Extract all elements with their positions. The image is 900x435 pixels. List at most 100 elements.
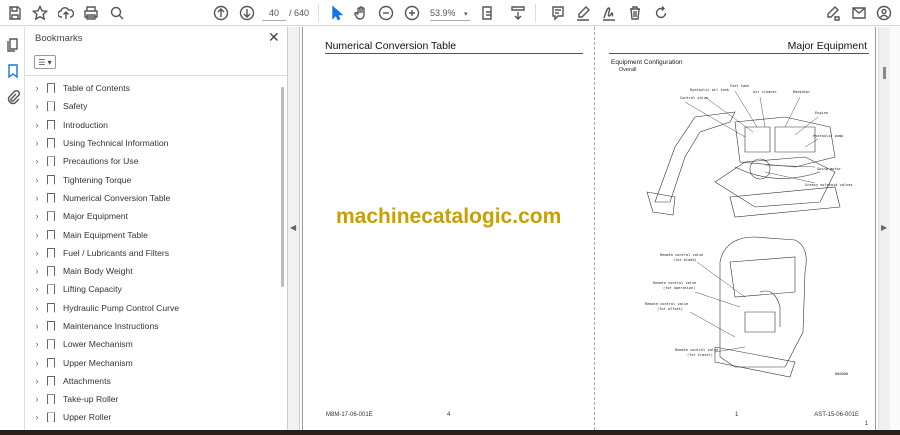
chevron-right-icon[interactable]: › [29, 266, 45, 276]
bookmark-item[interactable]: › Introduction [25, 116, 275, 134]
bookmark-item[interactable]: › Precautions for Use [25, 152, 275, 170]
zoom-in-icon[interactable] [402, 3, 422, 23]
bookmark-item[interactable]: › Safety [25, 97, 275, 115]
bookmark-options-button[interactable]: ☰ ▾ [34, 55, 56, 69]
bookmark-item[interactable]: › Lower Mechanism [25, 335, 275, 353]
account-icon[interactable] [874, 3, 894, 23]
bookmarks-icon[interactable] [3, 61, 23, 81]
bookmark-item[interactable]: › Fuel / Lubricants and Filters [25, 244, 275, 262]
zoom-select[interactable]: 53.9% ▾ [430, 5, 470, 21]
bookmark-item[interactable]: › Attachments [25, 372, 275, 390]
chevron-right-icon[interactable]: › [29, 175, 45, 185]
footer-code: AST-15-06-001E [814, 412, 859, 418]
rotate-icon[interactable] [651, 3, 671, 23]
highlight-icon[interactable] [573, 3, 593, 23]
sign-icon[interactable] [599, 3, 619, 23]
email-icon[interactable] [849, 3, 869, 23]
bookmark-label: Take-up Roller [63, 394, 119, 405]
footer-page: 1 [735, 412, 739, 418]
chevron-right-icon[interactable]: › [29, 230, 45, 240]
document-scrollbar[interactable]: ▶ [878, 27, 890, 430]
chevron-right-icon[interactable]: › [29, 211, 45, 221]
chevron-right-icon[interactable]: › [29, 321, 45, 331]
bookmark-item[interactable]: › Main Equipment Table [25, 225, 275, 243]
upload-icon[interactable] [56, 3, 76, 23]
bookmark-icon [47, 394, 55, 405]
bookmark-star-icon[interactable] [30, 3, 50, 23]
chevron-right-icon[interactable]: › [29, 120, 45, 130]
bookmark-item[interactable]: › Maintenance Instructions [25, 317, 275, 335]
bookmark-item[interactable]: › Numerical Conversion Table [25, 189, 275, 207]
chevron-right-icon[interactable]: › [29, 394, 45, 404]
bookmark-item[interactable]: › Hydraulic Pump Control Curve [25, 299, 275, 317]
panel-title: Bookmarks [35, 33, 83, 44]
taskbar [0, 430, 900, 435]
fit-page-icon[interactable] [478, 3, 498, 23]
collapse-arrow-icon[interactable]: ◀ [290, 223, 296, 232]
bookmark-item[interactable]: › Main Body Weight [25, 262, 275, 280]
bookmark-label: Maintenance Instructions [63, 321, 159, 331]
bookmark-item[interactable]: › Lifting Capacity [25, 280, 275, 298]
chevron-right-icon[interactable]: › [29, 284, 45, 294]
scroll-mode-icon[interactable] [508, 3, 528, 23]
bookmark-label: Lifting Capacity [63, 284, 122, 295]
bookmark-item[interactable]: › Take-up Roller [25, 390, 275, 408]
bookmark-icon [47, 156, 55, 167]
bookmark-label: Tightening Torque [63, 174, 132, 185]
right-edge [890, 27, 900, 430]
page-down-icon[interactable] [237, 3, 257, 23]
attachments-icon[interactable] [3, 87, 23, 107]
chevron-right-icon[interactable]: › [29, 412, 45, 422]
hand-icon[interactable] [351, 3, 371, 23]
fill-sign-icon[interactable] [823, 3, 843, 23]
bookmark-icon [47, 83, 55, 94]
bookmark-label: Upper Roller [63, 412, 112, 423]
label-air-cleaner: Air cleaner [753, 90, 778, 94]
close-icon[interactable]: ✕ [268, 29, 280, 46]
chevron-right-icon[interactable]: › [29, 101, 45, 111]
label-for-blade: (for blade) [673, 258, 697, 262]
chevron-right-icon[interactable]: › [29, 358, 45, 368]
scroll-thumb[interactable] [883, 67, 886, 79]
zoom-out-icon[interactable] [376, 3, 396, 23]
bookmark-label: Main Equipment Table [63, 229, 148, 240]
bookmark-item[interactable]: › Upper Mechanism [25, 353, 275, 371]
bookmark-item[interactable]: › Using Technical Information [25, 134, 275, 152]
chevron-right-icon[interactable]: › [29, 83, 45, 93]
expand-arrow-icon[interactable]: ▶ [881, 223, 887, 232]
bookmarks-scrollbar[interactable] [281, 87, 284, 287]
bookmark-item[interactable]: › Tightening Torque [25, 170, 275, 188]
chevron-right-icon[interactable]: › [29, 248, 45, 258]
panel-splitter[interactable]: ◀ [288, 27, 300, 430]
bookmark-label: Table of Contents [63, 83, 130, 94]
bookmark-list: › Table of Contents › Safety › Introduction › U… [25, 79, 275, 427]
bookmark-item[interactable]: › Major Equipment [25, 207, 275, 225]
find-icon[interactable] [107, 3, 127, 23]
chevron-right-icon[interactable]: › [29, 156, 45, 166]
page-number-input[interactable]: 40 [262, 5, 286, 21]
page-title: Numerical Conversion Table [325, 40, 457, 52]
chevron-right-icon[interactable]: › [29, 138, 45, 148]
chevron-down-icon: ▾ [464, 11, 468, 18]
excavator-diagram: Hydraulic oil tank Fuel tank Air cleaner… [646, 84, 853, 218]
chevron-right-icon[interactable]: › [29, 193, 45, 203]
bookmark-item[interactable]: › Upper Roller [25, 408, 275, 426]
delete-icon[interactable] [625, 3, 645, 23]
label-solenoid-valves: Greasy solenoid valves [805, 183, 853, 187]
bookmark-icon [47, 229, 55, 240]
comment-icon[interactable] [548, 3, 568, 23]
page-total: / 640 [289, 8, 310, 18]
bookmark-item[interactable]: › Table of Contents [25, 79, 275, 97]
page-up-icon[interactable] [211, 3, 231, 23]
select-cursor-icon[interactable] [326, 3, 346, 23]
divider [25, 75, 287, 76]
footer-code: M8M-17-06-001E [326, 412, 373, 418]
list-options-icon: ☰ ▾ [38, 57, 52, 67]
chevron-right-icon[interactable]: › [29, 303, 45, 313]
pages-icon[interactable] [3, 35, 23, 55]
chevron-right-icon[interactable]: › [29, 376, 45, 386]
print-icon[interactable] [81, 3, 101, 23]
save-icon[interactable] [5, 3, 25, 23]
label-remote-control-valve: Remote control valve [645, 302, 688, 306]
chevron-right-icon[interactable]: › [29, 339, 45, 349]
